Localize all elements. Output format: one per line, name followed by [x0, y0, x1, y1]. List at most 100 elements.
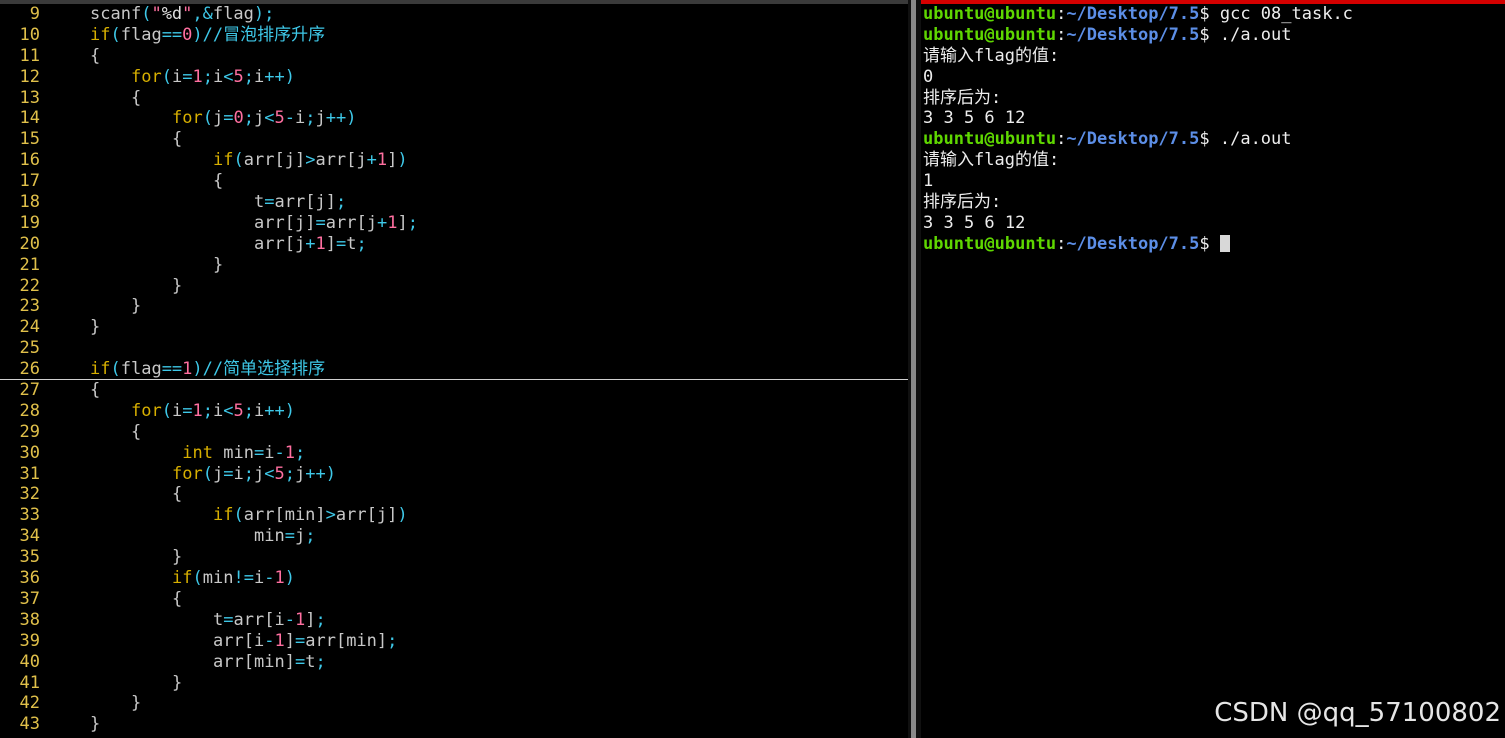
pane-divider[interactable] — [908, 0, 921, 738]
code-line[interactable]: 24 } — [0, 317, 908, 338]
terminal-prompt-line: ubuntu@ubuntu:~/Desktop/7.5$ — [921, 234, 1505, 255]
code-line[interactable]: 36 if(min!=i-1) — [0, 568, 908, 589]
line-number: 33 — [19, 505, 40, 526]
terminal-command: ./a.out — [1219, 129, 1292, 150]
code-line[interactable]: 11 { — [0, 46, 908, 67]
line-number: 37 — [19, 588, 40, 609]
code-text: t=arr[j]; — [254, 192, 347, 213]
terminal-output-line: 3 3 5 6 12 — [923, 108, 1026, 129]
code-line[interactable]: 27 { — [0, 380, 908, 401]
code-line[interactable]: 35 } — [0, 547, 908, 568]
line-number: 35 — [19, 547, 40, 568]
terminal-prompt-line: ubuntu@ubuntu:~/Desktop/7.5$ ./a.out — [923, 129, 1292, 150]
code-line[interactable]: 38 t=arr[i-1]; — [0, 610, 908, 631]
code-line[interactable]: 34 min=j; — [0, 526, 908, 547]
line-number: 40 — [19, 651, 40, 672]
code-line[interactable]: 15 { — [0, 129, 908, 150]
line-number: 21 — [19, 254, 40, 275]
code-text: arr[min]=t; — [213, 651, 326, 672]
watermark: CSDN @qq_57100802 — [1214, 698, 1501, 728]
code-line[interactable]: 9 scanf("%d",&flag); — [0, 4, 908, 25]
code-line[interactable]: 21 } — [0, 255, 908, 276]
code-text: arr[j+1]=t; — [254, 233, 367, 254]
code-text: for(j=i;j<5;j++) — [172, 463, 336, 484]
line-number: 20 — [19, 233, 40, 254]
line-number: 32 — [19, 484, 40, 505]
prompt-user: ubuntu@ubuntu — [923, 24, 1057, 45]
line-number: 16 — [19, 150, 40, 171]
code-line[interactable]: 28 for(i=1;i<5;i++) — [0, 401, 908, 422]
code-line[interactable]: 42 } — [0, 693, 908, 714]
code-text: for(i=1;i<5;i++) — [131, 66, 295, 87]
code-text: { — [172, 588, 183, 609]
code-text: for(j=0;j<5-i;j++) — [172, 108, 357, 129]
line-number: 29 — [19, 421, 40, 442]
code-line[interactable]: 22 } — [0, 276, 908, 297]
line-number: 23 — [19, 296, 40, 317]
terminal-output-line: 请输入flag的值: — [923, 150, 1060, 171]
code-text: if(arr[min]>arr[j]) — [213, 505, 408, 526]
code-line[interactable]: 30 int min=i-1; — [0, 443, 908, 464]
code-line[interactable]: 33 if(arr[min]>arr[j]) — [0, 505, 908, 526]
code-line[interactable]: 19 arr[j]=arr[j+1]; — [0, 213, 908, 234]
line-number: 12 — [19, 66, 40, 87]
line-number: 30 — [19, 442, 40, 463]
code-line[interactable]: 20 arr[j+1]=t; — [0, 234, 908, 255]
line-number: 19 — [19, 212, 40, 233]
terminal-output-line: 排序后为: — [923, 87, 1002, 108]
code-line[interactable]: 12 for(i=1;i<5;i++) — [0, 67, 908, 88]
terminal-output-line: 排序后为: — [923, 192, 1002, 213]
code-text: if(min!=i-1) — [172, 568, 295, 589]
code-line[interactable]: 23 } — [0, 296, 908, 317]
scrollbar[interactable] — [911, 0, 916, 738]
line-number: 14 — [19, 108, 40, 129]
prompt-path: ~/Desktop/7.5 — [1066, 24, 1200, 45]
code-line[interactable]: 18 t=arr[j]; — [0, 192, 908, 213]
code-line[interactable]: 32 { — [0, 484, 908, 505]
line-number: 39 — [19, 630, 40, 651]
code-text: for(i=1;i<5;i++) — [131, 400, 295, 421]
prompt-path: ~/Desktop/7.5 — [1066, 233, 1200, 254]
prompt-path: ~/Desktop/7.5 — [1066, 4, 1200, 24]
line-number: 13 — [19, 87, 40, 108]
code-text: scanf("%d",&flag); — [90, 4, 275, 24]
vim-editor-pane[interactable]: 9 scanf("%d",&flag); 10 if(flag==0)//冒泡排序… — [0, 4, 908, 738]
code-line[interactable]: 40 arr[min]=t; — [0, 652, 908, 673]
code-line[interactable]: 26 if(flag==1)//简单选择排序 — [0, 359, 908, 381]
code-text: if(arr[j]>arr[j+1]) — [213, 150, 408, 171]
terminal-cursor[interactable] — [1219, 235, 1230, 253]
code-text: } — [90, 714, 101, 735]
code-line[interactable]: 13 { — [0, 88, 908, 109]
code-line[interactable]: 10 if(flag==0)//冒泡排序升序 — [0, 25, 908, 46]
line-number: 42 — [19, 693, 40, 714]
code-line[interactable]: 14 for(j=0;j<5-i;j++) — [0, 108, 908, 129]
code-line[interactable]: 41 } — [0, 673, 908, 694]
code-text: arr[i-1]=arr[min]; — [213, 630, 398, 651]
code-line[interactable]: 31 for(j=i;j<5;j++) — [0, 464, 908, 485]
prompt-path: ~/Desktop/7.5 — [1066, 129, 1200, 150]
code-text: } — [131, 296, 142, 317]
code-text: { — [90, 380, 101, 401]
code-line[interactable]: 16 if(arr[j]>arr[j+1]) — [0, 150, 908, 171]
code-text: { — [172, 129, 183, 150]
code-line[interactable]: 37 { — [0, 589, 908, 610]
code-text: { — [131, 87, 142, 108]
code-line[interactable]: 17 { — [0, 171, 908, 192]
code-text: } — [172, 672, 183, 693]
code-text: { — [172, 484, 183, 505]
code-text: } — [131, 693, 142, 714]
terminal-pane[interactable]: ubuntu@ubuntu:~/Desktop/7.5$ gcc 08_task… — [921, 4, 1505, 738]
code-text: min=j; — [254, 526, 316, 547]
line-number: 31 — [19, 463, 40, 484]
code-line[interactable]: 25 — [0, 338, 908, 359]
prompt-user: ubuntu@ubuntu — [923, 4, 1057, 24]
line-number: 24 — [19, 317, 40, 338]
code-line[interactable]: 29 { — [0, 422, 908, 443]
code-line[interactable]: 43 } — [0, 714, 908, 735]
code-line[interactable]: 39 arr[i-1]=arr[min]; — [0, 631, 908, 652]
line-number: 9 — [29, 4, 40, 24]
code-text: if(flag==0)//冒泡排序升序 — [90, 24, 326, 45]
line-number: 18 — [19, 192, 40, 213]
code-text: t=arr[i-1]; — [213, 609, 326, 630]
line-number: 41 — [19, 672, 40, 693]
